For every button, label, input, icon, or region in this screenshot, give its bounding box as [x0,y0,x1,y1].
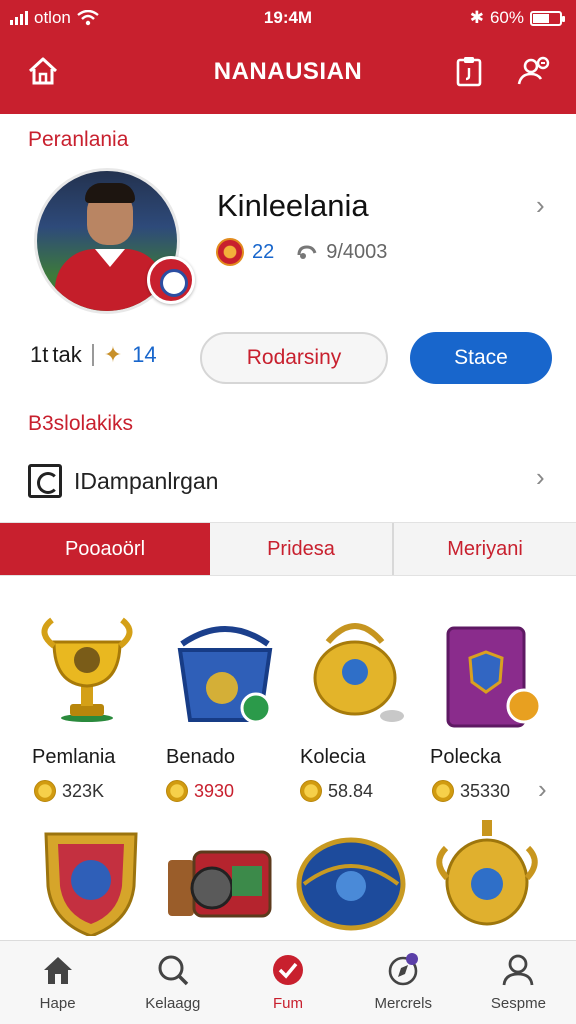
item-name: Pemlania [32,746,116,768]
item-price: 35330 [432,780,510,802]
chevron-right-icon[interactable]: › [536,190,545,221]
profile-stats: 22 9/4003 [216,238,387,266]
nav-label: Mercrels [374,995,432,1012]
clipboard-icon[interactable] [452,54,486,88]
user-settings-icon[interactable] [516,54,550,88]
link-icon [297,245,317,259]
profile-name[interactable]: Kinleelania [217,188,369,224]
nav-label: Hape [39,995,76,1012]
coin-icon [300,780,322,802]
blue-emblem-icon[interactable] [296,828,406,938]
collections-section-label: B3slolakiks [28,412,134,435]
item-price: 3930 [166,780,234,802]
bluetooth-icon: ✱ [469,8,484,27]
profile-icon [503,954,534,986]
battery-percent: 60% [489,8,524,27]
coin-icon [34,780,56,802]
item-name: Polecka [430,746,502,768]
item-price: 323K [34,780,104,802]
item-name: Benado [166,746,235,768]
purple-canister-icon[interactable] [438,622,548,732]
price-value: 3930 [194,780,235,801]
collection-row[interactable]: IDampanlrgan › [0,456,576,508]
points-value: 9/4003 [326,240,388,263]
nav-label: Fum [273,995,303,1012]
club-badge-icon [147,256,195,304]
level-value: 22 [252,240,275,263]
page-title: NANAUSIAN [213,58,363,85]
price-value: 35330 [460,780,511,801]
level-medal-icon [216,238,244,266]
item-price: 58.84 [300,780,373,802]
price-value: 58.84 [328,780,374,801]
item-name: Kolecia [300,746,366,768]
gold-urn-icon[interactable] [432,818,542,928]
tab-bar: Pooaoörl Pridesa Meriyani [0,522,576,576]
status-bar: otlon 19:4M ✱ 60% [0,0,576,38]
nav-label: Kelaagg [145,995,201,1012]
bottom-nav: Hape Kelaagg Fum Mercrels Sespme [0,940,576,1024]
check-badge-icon [273,955,303,985]
tab-2[interactable]: Pridesa [210,523,394,575]
nav-home[interactable]: Hape [0,941,115,1024]
stat-a-label: tak [52,342,82,367]
nav-fum[interactable]: Fum [230,941,345,1024]
tab-3[interactable]: Meriyani [394,523,576,575]
coin-icon [166,780,188,802]
battery-fill [533,13,549,23]
tab-1[interactable]: Pooaoörl [0,523,210,575]
divider [91,344,94,366]
edit-icon [28,464,62,498]
app-header: otlon 19:4M ✱ 60% NANAUSIAN [0,0,576,114]
treasure-chest-icon[interactable] [164,838,274,948]
chevron-right-icon[interactable]: › [536,462,545,493]
price-value: 323K [62,780,105,801]
chevron-right-icon[interactable]: › [538,774,547,805]
nav-label: Sespme [490,995,546,1012]
coin-icon [432,780,454,802]
stat-b-value: 14 [132,342,157,367]
nav-profile[interactable]: Sespme [461,941,576,1024]
blue-bucket-icon[interactable] [170,620,280,730]
nav-search[interactable]: Kelaagg [115,941,230,1024]
stat-a-value: 1t [30,342,49,367]
gold-trophy-icon[interactable] [32,612,142,722]
mini-counts: 1t tak ✦ 14 [30,342,157,368]
secondary-button[interactable]: Rodarsiny [200,332,388,384]
avatar-hair [85,183,135,203]
gold-kettle-icon[interactable] [300,614,410,724]
nav-mercrels[interactable]: Mercrels [346,941,461,1024]
shield-crest-icon[interactable] [36,826,146,936]
battery-icon [530,10,565,26]
profile-section-label: Peranlania [28,128,129,151]
primary-button[interactable]: Stace [410,332,552,384]
collection-row-label: IDampanlrgan [74,468,219,494]
bolt-icon: ✦ [103,342,123,367]
status-right: ✱ 60% [469,8,565,28]
search-icon [158,955,189,986]
home-icon [43,957,72,984]
compass-icon [388,953,419,986]
